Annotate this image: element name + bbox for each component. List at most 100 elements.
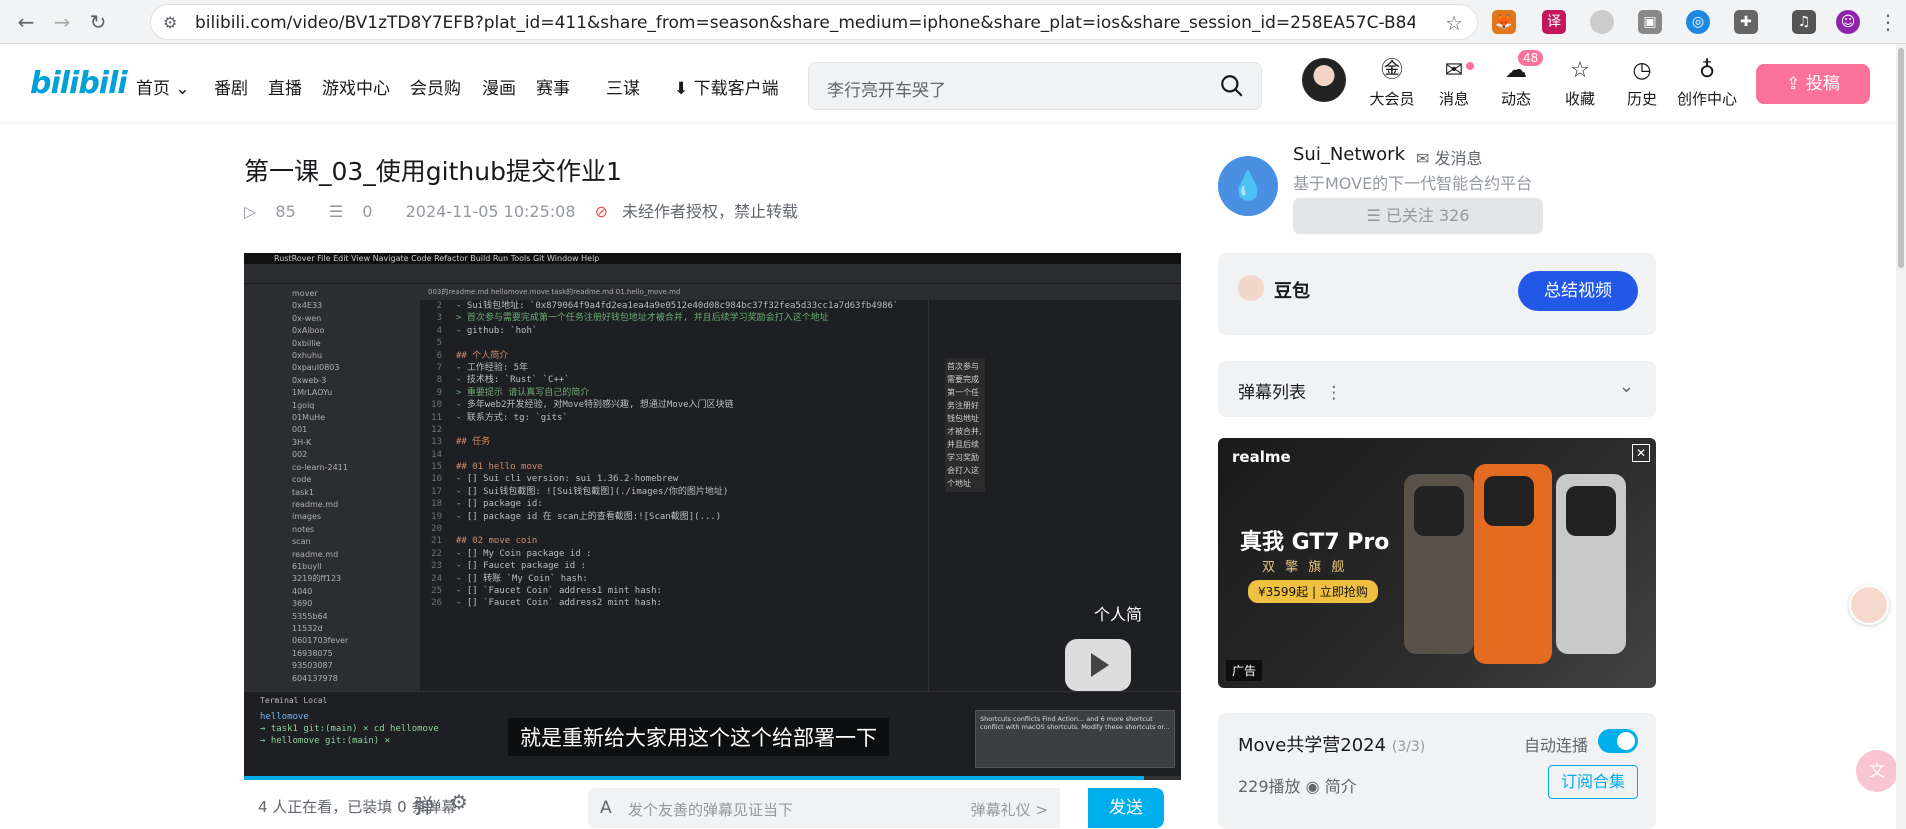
danmaku-settings-icon[interactable]: ⚙: [450, 790, 468, 814]
video-player[interactable]: RustRover File Edit View Navigate Code R…: [244, 253, 1181, 780]
search-box[interactable]: 李行亮开车哭了: [808, 62, 1262, 110]
advertisement[interactable]: realme 真我 GT7 Pro 双 擎 旗 舰 ¥3599起 | 立即抢购 …: [1218, 438, 1656, 688]
video-title: 第一课_03_使用github提交作业1: [244, 157, 622, 186]
autoplay-toggle[interactable]: [1598, 729, 1638, 753]
nav-home[interactable]: 首页 ⌄: [136, 74, 190, 99]
code-line: 25- [] `Faucet Coin` address1 mint hash:: [431, 585, 662, 596]
doubao-avatar: [1238, 275, 1264, 301]
site-info-icon[interactable]: ⚙: [163, 13, 183, 33]
danmaku-etiquette-link[interactable]: 弹幕礼仪 >: [971, 799, 1048, 820]
page-scrollbar[interactable]: [1896, 44, 1906, 829]
tree-item: 16938075: [292, 648, 333, 658]
forbidden-icon: ⊘: [594, 202, 609, 221]
code-line: 8- 技术栈: `Rust` `C++`: [436, 375, 570, 386]
arrow-right-icon[interactable]: →: [48, 8, 76, 36]
metamask-extension-icon[interactable]: 🦊: [1492, 10, 1516, 34]
code-line: 26- [] `Faucet Coin` address2 mint hash:: [431, 598, 662, 609]
send-message-link[interactable]: ✉ 发消息: [1416, 145, 1483, 169]
translate-extension-icon[interactable]: 译: [1542, 10, 1566, 34]
summarize-video-button[interactable]: 总结视频: [1518, 271, 1638, 311]
arrow-left-icon[interactable]: ←: [12, 8, 40, 36]
code-line: 4- github: `hoh`: [436, 325, 538, 336]
tree-item: 0601703fever: [292, 636, 349, 646]
code-line: 22- [] My Coin package id :: [431, 548, 592, 559]
autoplay-label: 自动连播: [1524, 736, 1589, 755]
video-meta: ▷ 85 ☰ 0 2024-11-05 10:25:08 ⊘ 未经作者授权，禁止转…: [244, 198, 826, 222]
danmaku-input[interactable]: A 发个友善的弹幕见证当下 弹幕礼仪 >: [588, 788, 1060, 828]
sync-extension-icon[interactable]: ◎: [1686, 10, 1710, 34]
send-danmaku-button[interactable]: 发送: [1088, 788, 1164, 828]
header-vip[interactable]: ㊎大会员: [1362, 58, 1422, 109]
nav-sanmou[interactable]: 三谋: [606, 74, 640, 99]
nav-download-client[interactable]: ⬇ 下载客户端: [674, 74, 779, 99]
search-input[interactable]: 李行亮开车哭了: [827, 76, 946, 101]
chevron-down-icon[interactable]: ⌄: [1619, 376, 1634, 397]
more-menu-icon[interactable]: ⋮: [1876, 10, 1900, 34]
tree-item: 0xAiboo: [292, 326, 325, 336]
uploader-name[interactable]: Sui_Network: [1293, 144, 1405, 165]
ad-price-button[interactable]: ¥3599起 | 立即抢购: [1248, 580, 1378, 603]
nav-anime[interactable]: 番剧: [214, 74, 248, 99]
code-line: 19- [] package id 在 scan上的查看截图:![Scan截图]…: [431, 511, 722, 522]
header-messages[interactable]: ✉ 消息: [1424, 58, 1484, 109]
translate-float-icon[interactable]: 文: [1856, 750, 1898, 792]
nav-shop[interactable]: 会员购: [410, 74, 461, 99]
collection-title[interactable]: Move共学营2024 (3/3): [1238, 731, 1425, 757]
header-creator-center[interactable]: ♁ 创作中心: [1674, 58, 1740, 109]
code-line: 6 ## 个人简介: [436, 350, 509, 361]
subscribe-collection-button[interactable]: 订阅合集: [1548, 765, 1638, 799]
profile-icon[interactable]: ☺: [1836, 10, 1860, 34]
code-line: 18- [] package id:: [431, 499, 543, 510]
ad-tag: 广告: [1226, 660, 1263, 681]
uploader-avatar[interactable]: 💧: [1218, 156, 1278, 216]
bilibili-logo[interactable]: bilibili: [30, 66, 128, 101]
danmaku-list-panel[interactable]: 弹幕列表 ⋮ ⌄: [1218, 361, 1656, 417]
chevron-down-icon: ⌄: [175, 79, 190, 99]
ide-menubar: RustRover File Edit View Navigate Code R…: [244, 253, 1181, 264]
address-bar[interactable]: ⚙ bilibili.com/video/BV1zTD8Y7EFB?plat_i…: [150, 4, 1478, 40]
font-style-icon[interactable]: A: [600, 798, 612, 818]
url-text[interactable]: bilibili.com/video/BV1zTD8Y7EFB?plat_id=…: [195, 13, 1415, 33]
media-control-icon[interactable]: ♫: [1792, 10, 1816, 34]
vip-icon: ㊎: [1380, 58, 1403, 83]
ad-phone-image: [1556, 474, 1626, 654]
danmaku-toggle-icon[interactable]: 弹: [414, 790, 434, 819]
user-avatar[interactable]: [1302, 58, 1346, 102]
nav-manga[interactable]: 漫画: [482, 74, 516, 99]
terminal-line: hellomove: [260, 712, 309, 722]
code-line: 3 > 首次参与需要完成第一个任务注册好钱包地址才被合并, 并且后续学习奖励会打入…: [436, 313, 829, 324]
nav-live[interactable]: 直播: [268, 74, 302, 99]
nav-esports[interactable]: 赛事: [536, 74, 570, 99]
code-line: 13 ## 任务: [431, 437, 491, 448]
upload-icon: ⇪: [1786, 74, 1801, 94]
header-history[interactable]: ◷ 历史: [1612, 58, 1672, 109]
code-line: 11- 联系方式: tg: `gits`: [431, 412, 568, 423]
puzzle-extension-icon[interactable]: ✚: [1734, 10, 1758, 34]
tree-item: 01MuHe: [292, 413, 326, 423]
ide-toolbar: [244, 264, 1181, 284]
avatar-extension-icon[interactable]: [1590, 10, 1614, 34]
tree-item: 61buyll: [292, 561, 322, 571]
code-line: 20: [431, 524, 442, 535]
close-icon[interactable]: ✕: [1632, 444, 1650, 462]
ad-phone-image: [1474, 464, 1552, 664]
danmaku-icon: ☰: [328, 202, 344, 221]
upload-button[interactable]: ⇪ 投稿: [1756, 64, 1870, 104]
reload-icon[interactable]: ↻: [84, 8, 112, 36]
bookmark-star-icon[interactable]: ☆: [1445, 11, 1463, 35]
tabs-extension-icon[interactable]: ▣: [1638, 10, 1662, 34]
play-button[interactable]: [1065, 639, 1131, 691]
preview-heading: 个人简: [1094, 605, 1143, 624]
tree-item: readme.md: [292, 549, 339, 559]
floating-assistant-avatar[interactable]: [1849, 585, 1889, 625]
ide-code-editor: 2- Sui钱包地址: `0x879064f9a4fd2ea1ea4a9e051…: [420, 300, 928, 744]
search-icon[interactable]: [1219, 73, 1245, 99]
tree-item: 5355b64: [292, 611, 328, 621]
more-vertical-icon[interactable]: ⋮: [1325, 383, 1342, 403]
follow-button[interactable]: ☰ 已关注 326: [1293, 198, 1543, 234]
nav-game-center[interactable]: 游戏中心: [322, 74, 390, 99]
tree-item: 0x-wen: [292, 313, 322, 323]
tree-item: 0xhuhu: [292, 351, 323, 361]
preview-text: 首次参与需要完成第一个任务注册好钱包地址才被合并, 并且后续学习奖励会打入这个地…: [945, 358, 985, 492]
header-favorites[interactable]: ☆ 收藏: [1550, 58, 1610, 109]
